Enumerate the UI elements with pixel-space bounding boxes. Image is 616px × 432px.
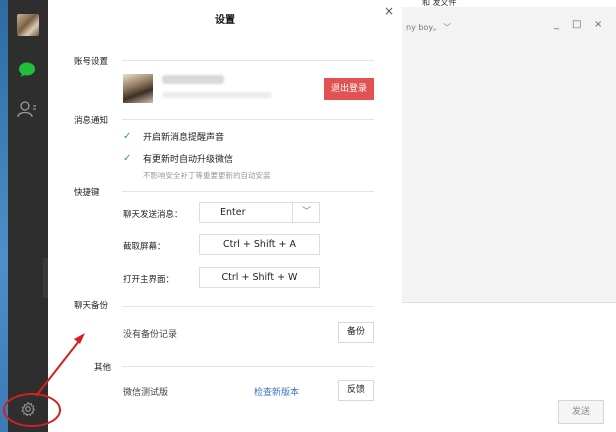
feedback-button[interactable]: 反馈: [338, 380, 374, 401]
chat-icon[interactable]: [18, 61, 36, 79]
chevron-down-icon[interactable]: ﹀: [302, 203, 311, 222]
sound-checkbox[interactable]: ✓: [123, 131, 134, 142]
contact-name: ny boy。: [406, 23, 438, 32]
settings-dialog: 设置 × 账号设置 退出登录 消息通知 ✓ 开启新消息提醒声音 ✓ 有更新时自动…: [48, 0, 402, 432]
screenshot-shortcut-field[interactable]: Ctrl + Shift + A: [199, 234, 320, 255]
divider: [122, 60, 374, 61]
contacts-icon[interactable]: [17, 100, 37, 118]
window-top-text: 和 发文件: [422, 0, 457, 7]
chat-contact-header[interactable]: ny boy。 ﹀: [406, 22, 451, 33]
account-name-redacted: [162, 75, 224, 84]
logout-button[interactable]: 退出登录: [324, 78, 374, 100]
dialog-title: 设置: [215, 15, 235, 26]
shortcut-open-main-label: 打开主界面：: [123, 275, 175, 285]
section-backup-label: 聊天备份: [74, 301, 109, 311]
chevron-down-icon[interactable]: ﹀: [443, 23, 451, 32]
check-update-link[interactable]: 检查新版本: [254, 385, 299, 398]
divider: [122, 191, 374, 192]
open-main-shortcut-field[interactable]: Ctrl + Shift + W: [199, 267, 320, 288]
divider: [122, 119, 374, 120]
backup-status: 没有备份记录: [123, 330, 178, 340]
maximize-icon[interactable]: □: [572, 19, 581, 30]
account-avatar: [123, 74, 153, 103]
divider: [122, 366, 374, 367]
desktop-edge: [0, 0, 8, 432]
section-notifications-label: 消息通知: [74, 116, 109, 126]
account-id-redacted: [162, 92, 272, 98]
section-account-label: 账号设置: [74, 57, 109, 67]
shortcut-screenshot-label: 截取屏幕：: [123, 242, 166, 252]
auto-update-checkbox[interactable]: ✓: [123, 153, 134, 164]
backup-button[interactable]: 备份: [338, 322, 374, 343]
section-other-label: 其他: [94, 363, 112, 373]
section-shortcuts-label: 快捷键: [74, 188, 100, 198]
version-label: 微信测试版: [123, 388, 169, 398]
sidebar: [8, 0, 48, 432]
send-button[interactable]: 发送: [558, 400, 604, 424]
settings-gear-icon[interactable]: [20, 401, 36, 417]
auto-update-hint: 不影响安全补丁等重要更新的自动安装: [143, 171, 271, 180]
divider: [122, 306, 374, 307]
shortcut-send-label: 聊天发送消息：: [123, 210, 183, 220]
close-window-icon[interactable]: ×: [594, 19, 602, 30]
user-avatar[interactable]: [17, 14, 39, 36]
close-icon[interactable]: ×: [384, 4, 394, 18]
auto-update-checkbox-label[interactable]: 有更新时自动升级微信: [143, 152, 233, 165]
minimize-icon[interactable]: _: [554, 19, 559, 30]
chat-window: 和 发文件 ny boy。 ﹀ _ □ × 发送: [402, 0, 616, 432]
sound-checkbox-label[interactable]: 开启新消息提醒声音: [143, 130, 224, 143]
send-shortcut-select[interactable]: Enter ﹀: [199, 202, 320, 223]
send-shortcut-value: Enter: [220, 207, 246, 218]
